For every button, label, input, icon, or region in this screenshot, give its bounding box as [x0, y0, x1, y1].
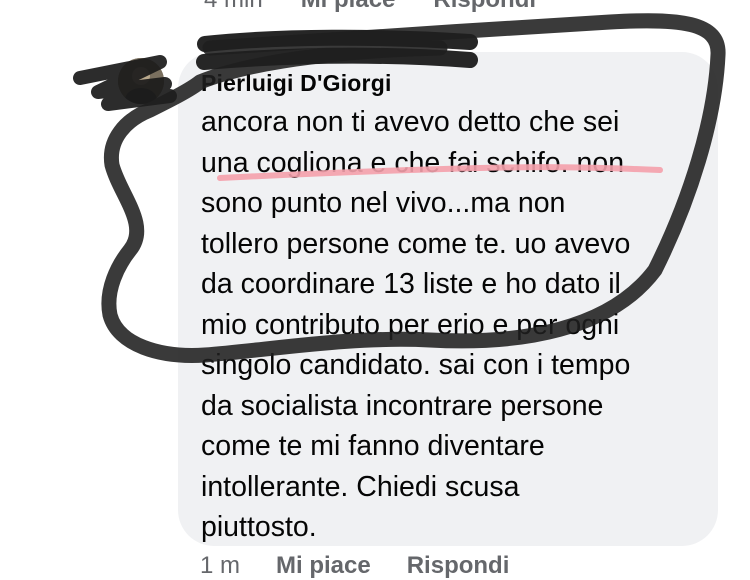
previous-comment-timestamp: 4 min — [204, 0, 263, 14]
previous-comment-actions: 4 min Mi piace Rispondi — [204, 0, 574, 14]
previous-reply-button[interactable]: Rispondi — [433, 0, 536, 14]
comment-text: ancora non ti avevo detto che sei una co… — [201, 102, 701, 548]
comment-author[interactable]: Pierluigi D'Giorgi — [201, 70, 392, 97]
comment-line: tollero persone come te. uo avevo — [201, 227, 631, 260]
previous-like-button[interactable]: Mi piace — [301, 0, 396, 14]
comment-line: piuttosto. — [201, 511, 317, 543]
comment-line: come te mi fanno diventare — [201, 430, 545, 462]
comment-line: intollerante. Chiedi scusa — [201, 470, 520, 503]
comment-line: una cogliona e che fai schifo. non — [201, 146, 625, 179]
comment-line: ancora non ti avevo detto che sei — [201, 106, 620, 138]
profile-photo-icon — [118, 58, 164, 104]
comment-line: da coordinare 13 liste e ho dato il — [201, 268, 621, 300]
comment-line: mio contributo per erio e per ogni — [201, 308, 620, 341]
comment-line: sono punto nel vivo...ma non — [201, 187, 566, 219]
comment-line: da socialista incontrare persone — [201, 389, 604, 422]
comment-line: singolo candidato. sai con i tempo — [201, 349, 631, 381]
avatar[interactable] — [118, 58, 164, 104]
